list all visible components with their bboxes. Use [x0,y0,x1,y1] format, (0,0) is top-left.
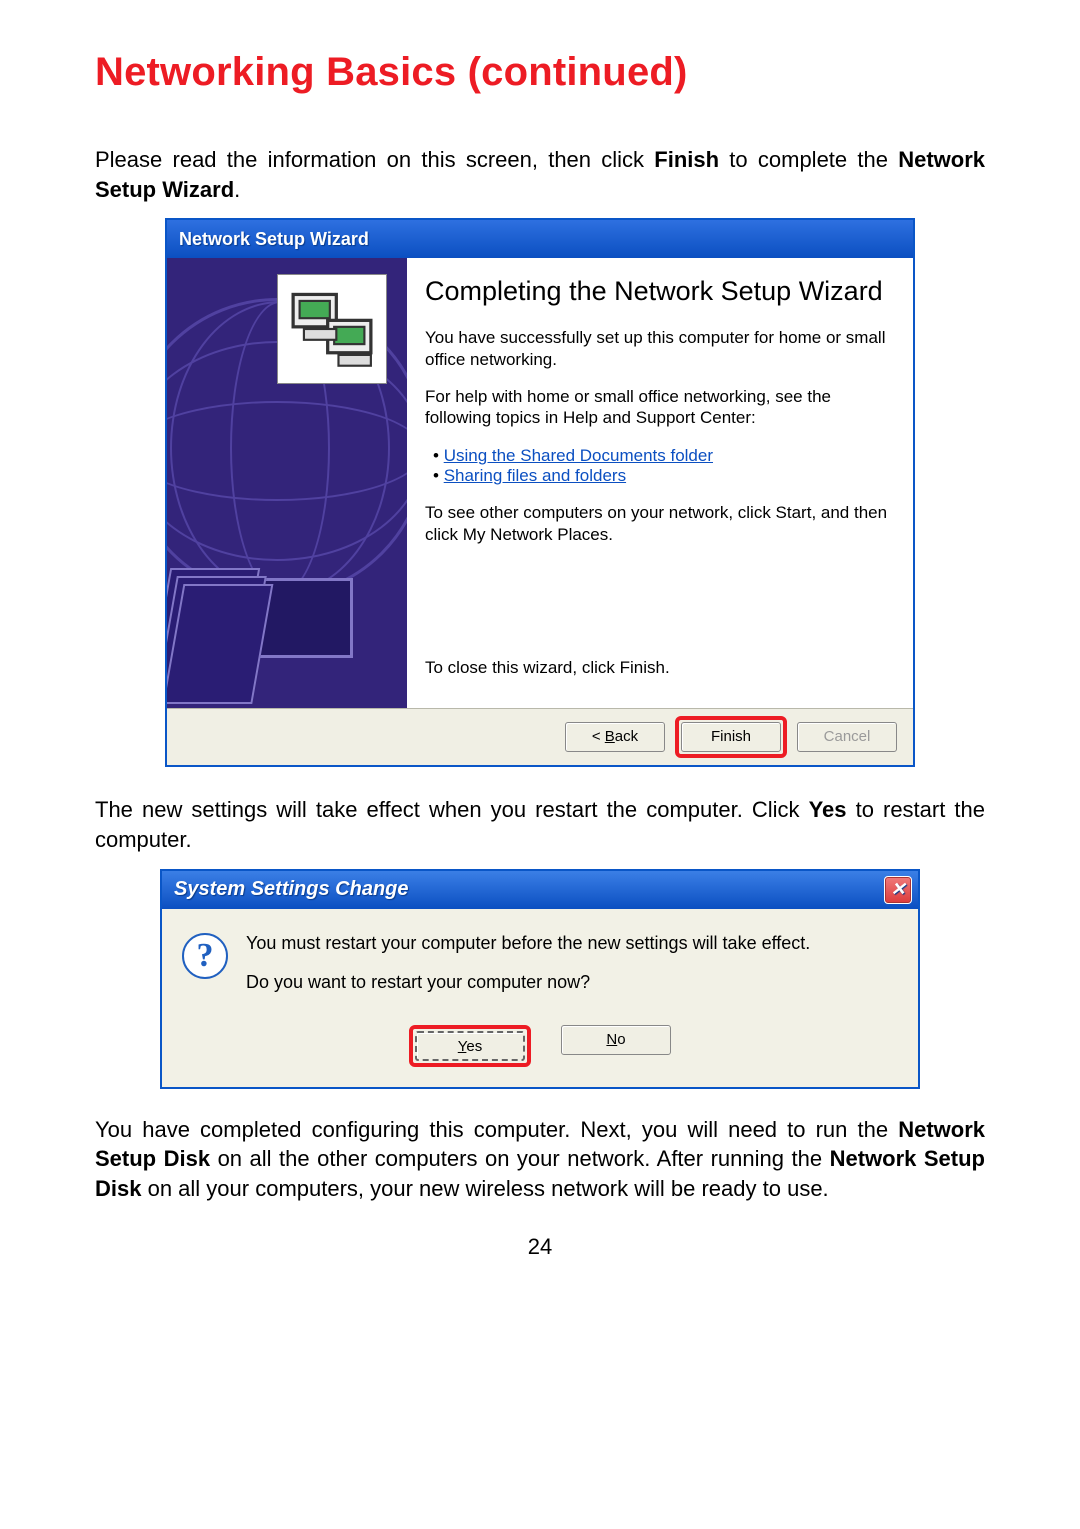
yes-button-highlight: Yes [409,1025,531,1067]
finish-button-highlight: Finish [675,716,787,758]
help-link-shared-docs[interactable]: Using the Shared Documents folder [444,446,713,465]
wizard-content-title: Completing the Network Setup Wizard [425,276,895,307]
computers-icon [277,274,387,384]
yes-button[interactable]: Yes [415,1031,525,1061]
outro-text: You have completed configuring this comp… [95,1115,985,1204]
wizard-button-row: < Back Finish Cancel [167,709,913,765]
cancel-button: Cancel [797,722,897,752]
wizard-para-2: For help with home or small office netwo… [425,386,895,429]
close-icon: ✕ [890,879,905,900]
dialog-line-2: Do you want to restart your computer now… [246,972,810,993]
intro-text: Please read the information on this scre… [95,145,985,204]
system-settings-change-dialog: System Settings Change ✕ ? You must rest… [160,869,920,1089]
network-setup-wizard-window: Network Setup Wizard [165,218,915,767]
dialog-line-1: You must restart your computer before th… [246,933,810,954]
question-icon: ? [182,933,228,979]
page-heading: Networking Basics (continued) [95,50,985,95]
wizard-title: Network Setup Wizard [179,229,369,250]
wizard-para-4: To close this wizard, click Finish. [425,657,895,678]
dialog-title: System Settings Change [174,878,409,901]
no-button[interactable]: No [561,1025,671,1055]
wizard-para-1: You have successfully set up this comput… [425,327,895,370]
wizard-graphic [167,258,407,708]
help-link-sharing-files[interactable]: Sharing files and folders [444,466,626,485]
mid-text: The new settings will take effect when y… [95,795,985,854]
paper-stack-icon [167,568,280,708]
wizard-titlebar: Network Setup Wizard [167,220,913,258]
page-number: 24 [95,1234,985,1260]
close-button[interactable]: ✕ [884,876,912,904]
back-button[interactable]: < Back [565,722,665,752]
finish-button[interactable]: Finish [681,722,781,752]
wizard-content: Completing the Network Setup Wizard You … [407,258,913,708]
dialog-titlebar: System Settings Change ✕ [162,871,918,909]
wizard-para-3: To see other computers on your network, … [425,502,895,545]
dialog-button-row: Yes No [162,1019,918,1087]
